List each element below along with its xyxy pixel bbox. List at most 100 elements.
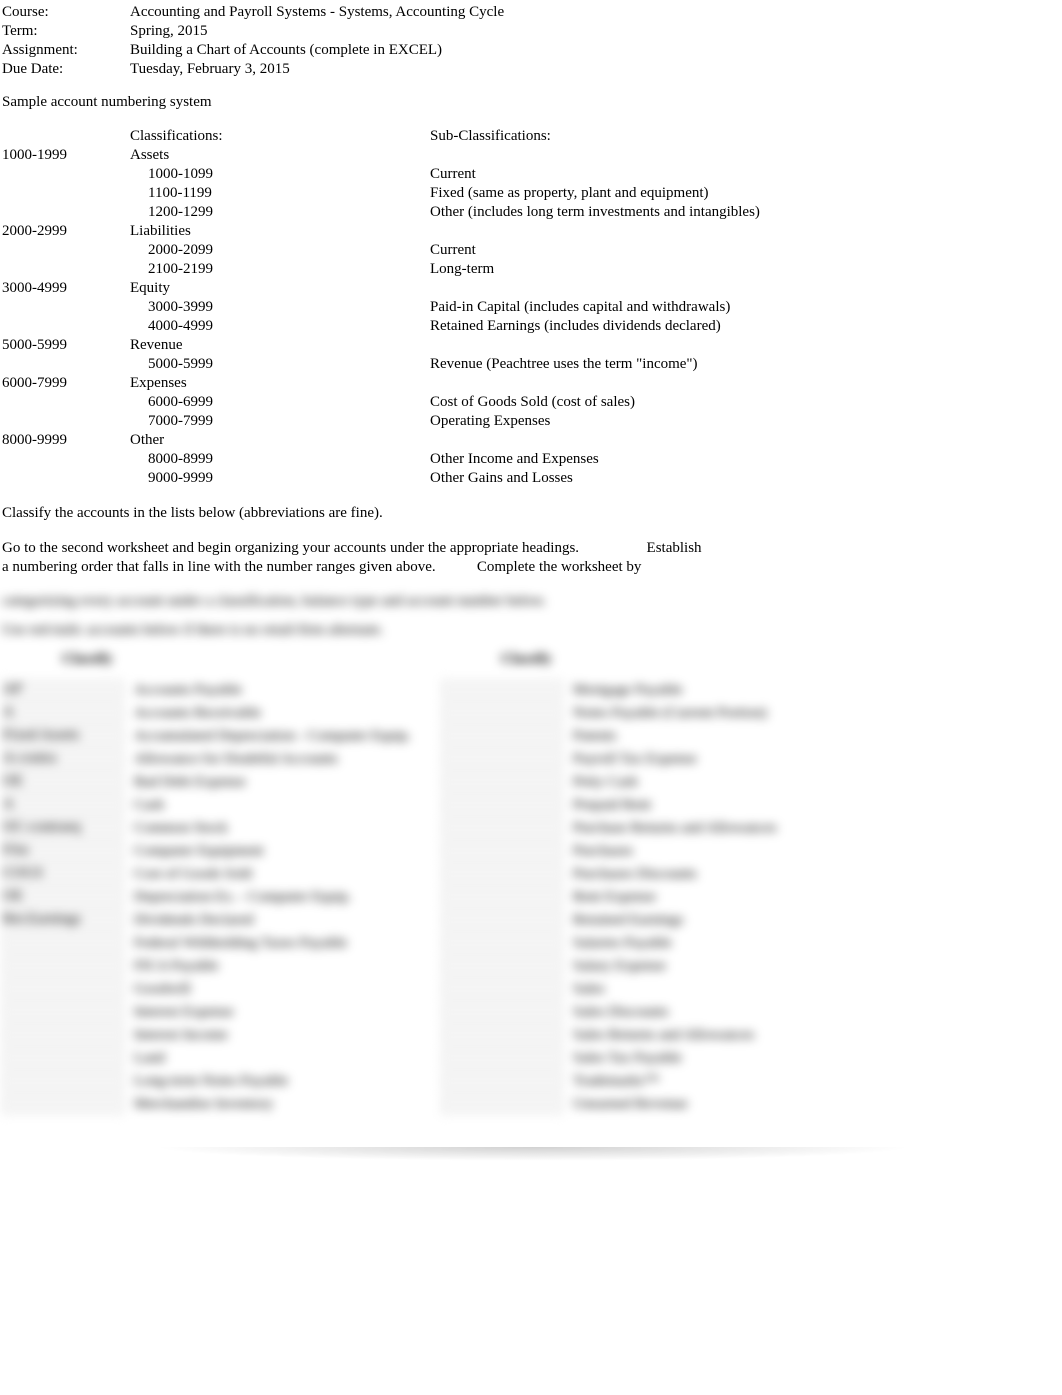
account-name: FICA Payable	[134, 958, 219, 975]
classify-input[interactable]	[441, 1002, 563, 1022]
account-name: Interest Expense	[134, 1004, 234, 1021]
account-row: Ret.Earnings Dividends Declared	[2, 910, 411, 930]
range: 1000-1999	[2, 146, 130, 165]
classify-input[interactable]: AP	[2, 680, 124, 700]
sub-range: 1000-1099	[130, 165, 430, 184]
account-row: Purchases Discounts	[441, 864, 777, 884]
sub-range: 8000-8999	[130, 450, 430, 469]
account-row: Merchandise Inventory	[2, 1094, 411, 1114]
account-name: Bad Debt Expense	[134, 774, 246, 791]
classify-input[interactable]	[441, 887, 563, 907]
account-row: Interest Income	[2, 1025, 411, 1045]
classify-input[interactable]	[441, 749, 563, 769]
account-name: Accumulated Depreciation - Computer Equi…	[134, 728, 411, 745]
classify-input[interactable]	[2, 1048, 124, 1068]
numbering-group-row: 6000-7999Expenses	[2, 374, 1062, 393]
numbering-sub-row: 1000-1099Current	[2, 165, 1062, 184]
classify-input[interactable]: A-contra	[2, 749, 124, 769]
account-row: OE Bad Debt Expense	[2, 772, 411, 792]
numbering-group-row: 5000-5999Revenue	[2, 336, 1062, 355]
classify-input[interactable]	[441, 933, 563, 953]
sub-description: Current	[430, 165, 930, 184]
classify-input[interactable]: Ret.Earnings	[2, 910, 124, 930]
classify-input[interactable]	[441, 795, 563, 815]
accounts-column-left: Classify APAccounts PayableAAccounts Rec…	[2, 651, 411, 1117]
numbering-sub-row: 9000-9999Other Gains and Losses	[2, 469, 1062, 488]
term-label: Term:	[2, 23, 130, 40]
account-row: AAccounts Receivable	[2, 703, 411, 723]
classify-input[interactable]	[441, 1048, 563, 1068]
classify-input[interactable]	[441, 818, 563, 838]
account-row: Sales Returns and Allowances	[441, 1025, 777, 1045]
account-name: Dividends Declared	[134, 912, 254, 929]
classify-input[interactable]	[2, 933, 124, 953]
classify-input[interactable]	[441, 680, 563, 700]
account-row: Patents	[441, 726, 777, 746]
classify-input[interactable]: A	[2, 703, 124, 723]
classify-input[interactable]	[441, 979, 563, 999]
classify-input[interactable]	[2, 1094, 124, 1114]
classify-input[interactable]	[441, 772, 563, 792]
account-name: Rent Expense	[573, 889, 656, 906]
classify-input[interactable]	[2, 1002, 124, 1022]
account-row: OEDepreciation Ex. - Computer Equip.	[2, 887, 411, 907]
sub-description: Other (includes long term investments an…	[430, 203, 930, 222]
page-shadow	[153, 1147, 913, 1161]
account-name: Cash	[134, 797, 164, 814]
classify-input[interactable]	[441, 1025, 563, 1045]
due-label: Due Date:	[2, 61, 130, 78]
account-row: AP Accounts Payable	[2, 680, 411, 700]
sub-range: 7000-7999	[130, 412, 430, 431]
account-name: Purchases Discounts	[573, 866, 697, 883]
classify-input[interactable]: A	[2, 795, 124, 815]
classify-input[interactable]	[2, 956, 124, 976]
classify-input[interactable]	[441, 910, 563, 930]
sub-range: 4000-4999	[130, 317, 430, 336]
numbering-header-row: Classifications: Sub-Classifications:	[2, 127, 1062, 146]
course-value: Accounting and Payroll Systems - Systems…	[130, 4, 504, 21]
account-row: Sales Discounts	[441, 1002, 777, 1022]
numbering-sub-row: 4000-4999Retained Earnings (includes div…	[2, 317, 1062, 336]
classify-input[interactable]	[441, 726, 563, 746]
classify-input[interactable]	[441, 1094, 563, 1114]
numbering-group-row: 3000-4999Equity	[2, 279, 1062, 298]
classify-input[interactable]	[2, 979, 124, 999]
classify-input[interactable]: COGS	[2, 864, 124, 884]
account-name: Purchase Returns and Allowances	[573, 820, 777, 837]
classify-input[interactable]	[441, 956, 563, 976]
classify-input[interactable]: OE	[2, 772, 124, 792]
header-course: Course: Accounting and Payroll Systems -…	[2, 4, 1062, 21]
classification: Expenses	[130, 374, 430, 393]
numbering-group-row: 2000-2999Liabilities	[2, 222, 1062, 241]
account-name: Cost of Goods Sold	[134, 866, 252, 883]
account-name: Common Stock	[134, 820, 228, 837]
classify-input[interactable]	[441, 1071, 563, 1091]
sub-description: Other Gains and Losses	[430, 469, 930, 488]
header-term: Term: Spring, 2015	[2, 23, 1062, 40]
numbering-sub-row: 1100-1199Fixed (same as property, plant …	[2, 184, 1062, 203]
classify-input[interactable]: OE	[2, 887, 124, 907]
numbering-sub-row: 7000-7999Operating Expenses	[2, 412, 1062, 431]
classify-input[interactable]	[441, 841, 563, 861]
classify-input[interactable]: Fixed Assets	[2, 726, 124, 746]
classify-input[interactable]	[441, 703, 563, 723]
classify-input[interactable]	[2, 1071, 124, 1091]
sub-description: Fixed (same as property, plant and equip…	[430, 184, 930, 203]
account-row: Purchase Returns and Allowances	[441, 818, 777, 838]
account-row: Interest Expense	[2, 1002, 411, 1022]
account-name: Accounts Payable	[134, 682, 242, 699]
classify-input[interactable]: OC-contraeq	[2, 818, 124, 838]
classification: Equity	[130, 279, 430, 298]
account-row: A Cash	[2, 795, 411, 815]
account-name: Salary Expense	[573, 958, 666, 975]
range: 6000-7999	[2, 374, 130, 393]
account-name: Interest Income	[134, 1027, 228, 1044]
classify-input[interactable]	[2, 1025, 124, 1045]
account-name: Sales Returns and Allowances	[573, 1027, 754, 1044]
classify-input[interactable]: FAn	[2, 841, 124, 861]
classify-input[interactable]	[441, 864, 563, 884]
account-row: Land	[2, 1048, 411, 1068]
sample-heading: Sample account numbering system	[2, 94, 1062, 111]
sub-description: Operating Expenses	[430, 412, 930, 431]
account-row: FAnComputer Equipment	[2, 841, 411, 861]
